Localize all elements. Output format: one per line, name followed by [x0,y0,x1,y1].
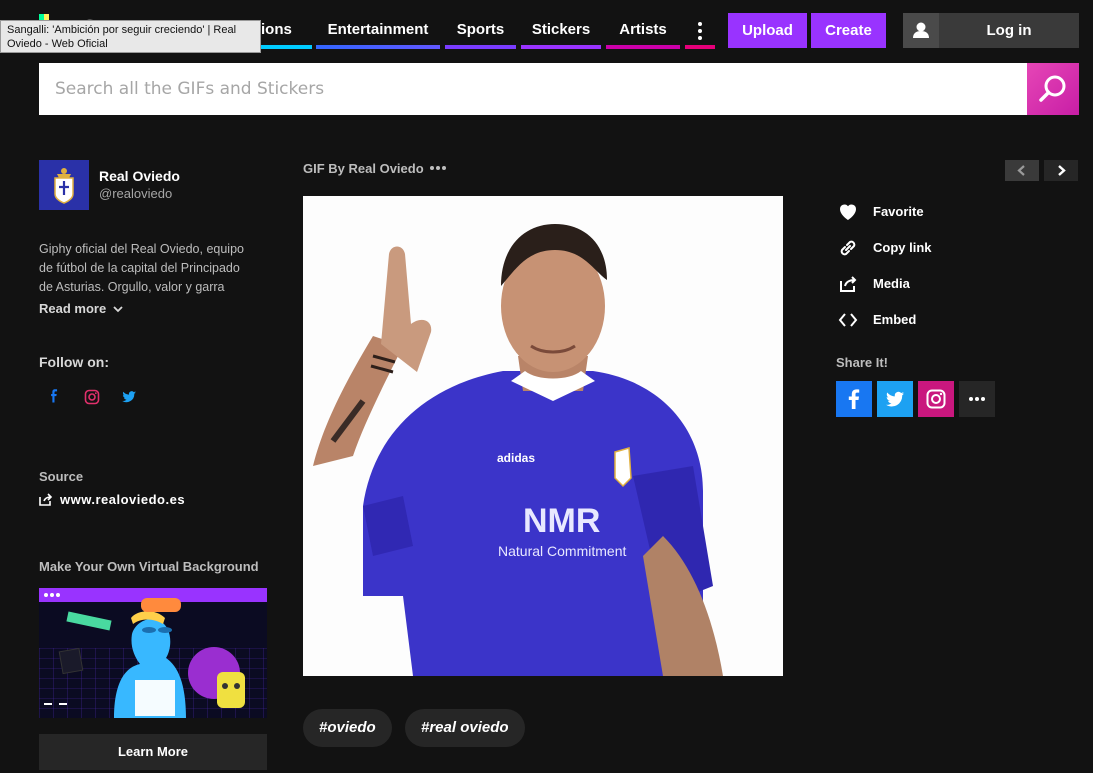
channel-avatar[interactable] [39,160,89,210]
read-more-button[interactable]: Read more [39,301,123,316]
user-icon [903,13,939,48]
previous-gif-button[interactable] [1005,160,1039,181]
share-twitter-button[interactable] [877,381,913,417]
favorite-button[interactable]: Favorite [836,200,986,224]
heart-icon [840,204,856,220]
svg-text:adidas: adidas [497,451,535,465]
share-instagram-button[interactable] [918,381,954,417]
shirt-sponsor-text: NMR [523,502,600,540]
learn-more-button[interactable]: Learn More [39,734,267,770]
instagram-icon [84,389,100,405]
real-oviedo-crest-icon [39,160,89,210]
share-more-button[interactable] [959,381,995,417]
top-nav: GIPHY Sangalli: 'Ambición por seguir cre… [0,0,1093,62]
source-label: Source [39,469,84,484]
twitter-icon [122,391,136,403]
media-button[interactable]: Media [836,272,986,296]
link-icon [840,240,856,256]
facebook-icon [848,389,860,409]
nav-item-stickers[interactable]: Stickers [521,12,601,49]
nav-more-button[interactable] [685,12,715,49]
channel-name[interactable]: Real Oviedo [99,168,180,184]
twitter-follow-link[interactable] [119,387,139,407]
tag-real-oviedo[interactable]: #real oviedo [405,709,525,747]
follow-on-label: Follow on: [39,354,109,370]
more-dots-icon [685,12,715,40]
share-it-label: Share It! [836,355,889,370]
gif-attribution[interactable]: GIF By Real Oviedo [303,161,424,176]
virtual-background-banner[interactable] [39,588,267,718]
chevron-right-icon [1058,165,1066,176]
gif-player[interactable]: NMR Natural Commitment adidas [303,196,783,676]
tag-oviedo[interactable]: #oviedo [303,709,392,747]
virtual-background-illustration [39,588,267,718]
login-label: Log in [986,22,1032,39]
shirt-sponsor-subtext: Natural Commitment [498,543,626,559]
search-button[interactable] [1027,63,1079,115]
chevron-left-icon [1017,165,1025,176]
chevron-down-icon [113,306,123,313]
more-dots-icon [969,397,985,401]
search-bar [39,63,1079,115]
external-link-icon [39,493,53,506]
create-button[interactable]: Create [811,13,886,48]
facebook-icon [51,389,58,403]
copy-link-button[interactable]: Copy link [836,236,986,260]
channel-bio: Giphy oficial del Real Oviedo, equipo de… [39,242,244,294]
share-out-icon [840,276,857,292]
code-icon [838,313,858,327]
nav-item-entertainment[interactable]: Entertainment [316,12,440,49]
virtual-background-title: Make Your Own Virtual Background [39,559,259,574]
instagram-icon [926,389,946,409]
gif-image: NMR Natural Commitment adidas [303,196,783,676]
category-nav: Reactions Entertainment Sports Stickers … [200,12,720,50]
nav-item-sports[interactable]: Sports [445,12,516,49]
search-icon [1039,75,1066,102]
nav-item-artists[interactable]: Artists [606,12,680,49]
twitter-icon [886,391,904,407]
facebook-follow-link[interactable] [45,387,65,407]
link-tooltip: Sangalli: 'Ambición por seguir creciendo… [0,20,261,53]
channel-handle[interactable]: @realoviedo [99,186,172,201]
embed-button[interactable]: Embed [836,308,986,332]
next-gif-button[interactable] [1044,160,1078,181]
upload-button[interactable]: Upload [728,13,807,48]
gif-options-button[interactable] [430,166,450,172]
source-link[interactable]: www.realoviedo.es [39,492,185,507]
share-facebook-button[interactable] [836,381,872,417]
login-button[interactable]: Log in [903,13,1079,48]
instagram-follow-link[interactable] [82,387,102,407]
search-input[interactable] [39,63,1027,115]
